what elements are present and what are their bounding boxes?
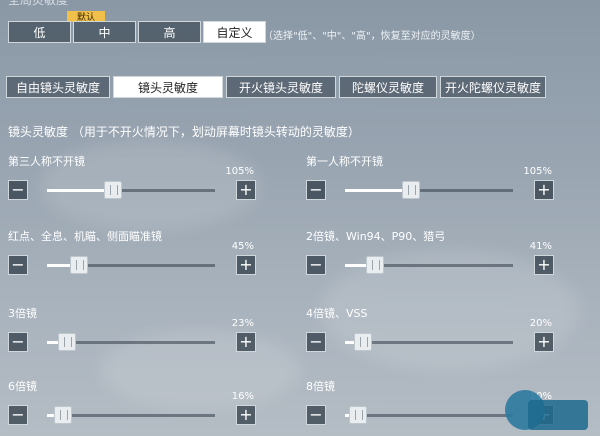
increase-button[interactable]: + (236, 255, 256, 275)
section-label: 镜头灵敏度 （用于不开火情况下，划动屏幕时镜头转动的灵敏度） (8, 125, 360, 139)
increase-button[interactable]: + (534, 255, 554, 275)
slider-thumb[interactable] (401, 181, 420, 199)
slider-fill (47, 189, 106, 192)
increase-button[interactable]: + (534, 332, 554, 352)
slider-track[interactable] (47, 333, 215, 351)
decrease-button[interactable]: − (8, 332, 28, 352)
slider-label: 红点、全息、机瞄、侧面瞄准镜 (8, 230, 162, 243)
slider-label: 2倍镜、Win94、P90、猎弓 (306, 230, 446, 243)
slider-thumb[interactable] (103, 181, 122, 199)
slider-track[interactable] (345, 181, 513, 199)
slider-fill (345, 189, 404, 192)
slider-fill (47, 264, 73, 267)
preset-hint: （选择"低"、"中"、"高"，恢复至对应的灵敏度） (263, 31, 481, 42)
decrease-button[interactable]: − (8, 180, 28, 200)
slider-fill (345, 264, 368, 267)
slider-label: 第一人称不开镜 (306, 155, 383, 168)
tab-camera[interactable]: 镜头灵敏度 (113, 76, 223, 98)
slider-thumb[interactable] (354, 333, 373, 351)
slider-label: 3倍镜 (8, 307, 37, 320)
slider-track[interactable] (345, 333, 513, 351)
slider-track[interactable] (47, 181, 215, 199)
decrease-button[interactable]: − (8, 255, 28, 275)
increase-button[interactable]: + (236, 405, 256, 425)
preset-custom-button[interactable]: 自定义 (203, 21, 266, 43)
slider-value: 45% (231, 241, 254, 252)
preset-mid-button[interactable]: 中 (73, 21, 136, 43)
tab-fire-gyroscope[interactable]: 开火陀螺仪灵敏度 (440, 76, 546, 98)
watermark-logo-icon-2 (528, 400, 588, 430)
slider-label: 4倍镜、VSS (306, 307, 368, 320)
slider-value: 105% (225, 166, 254, 177)
slider-thumb[interactable] (70, 256, 89, 274)
tab-fire-camera[interactable]: 开火镜头灵敏度 (226, 76, 336, 98)
slider-track[interactable] (345, 406, 513, 424)
decrease-button[interactable]: − (306, 180, 326, 200)
increase-button[interactable]: + (236, 180, 256, 200)
slider-value: 23% (231, 318, 254, 329)
increase-button[interactable]: + (534, 180, 554, 200)
decrease-button[interactable]: − (8, 405, 28, 425)
sensitivity-tabs: 自由镜头灵敏度 镜头灵敏度 开火镜头灵敏度 陀螺仪灵敏度 开火陀螺仪灵敏度 (6, 76, 549, 98)
slider-thumb[interactable] (365, 256, 384, 274)
preset-high-button[interactable]: 高 (138, 21, 201, 43)
preset-group: 低 中 高 自定义 (8, 21, 268, 43)
slider-value: 16% (231, 391, 254, 402)
decrease-button[interactable]: − (306, 405, 326, 425)
slider-value: 41% (529, 241, 552, 252)
tab-free-camera[interactable]: 自由镜头灵敏度 (6, 76, 110, 98)
decrease-button[interactable]: − (306, 255, 326, 275)
slider-label: 第三人称不开镜 (8, 155, 85, 168)
slider-value: 20% (529, 318, 552, 329)
tab-gyroscope[interactable]: 陀螺仪灵敏度 (339, 76, 437, 98)
slider-label: 6倍镜 (8, 380, 37, 393)
preset-low-button[interactable]: 低 (8, 21, 71, 43)
slider-thumb[interactable] (57, 333, 76, 351)
slider-thumb[interactable] (53, 406, 72, 424)
decrease-button[interactable]: − (306, 332, 326, 352)
slider-value: 105% (523, 166, 552, 177)
slider-track[interactable] (345, 256, 513, 274)
slider-label: 8倍镜 (306, 380, 335, 393)
increase-button[interactable]: + (236, 332, 256, 352)
slider-track[interactable] (47, 256, 215, 274)
page-title: 全局灵敏度 (8, 0, 69, 7)
slider-thumb[interactable] (348, 406, 367, 424)
slider-track[interactable] (47, 406, 215, 424)
